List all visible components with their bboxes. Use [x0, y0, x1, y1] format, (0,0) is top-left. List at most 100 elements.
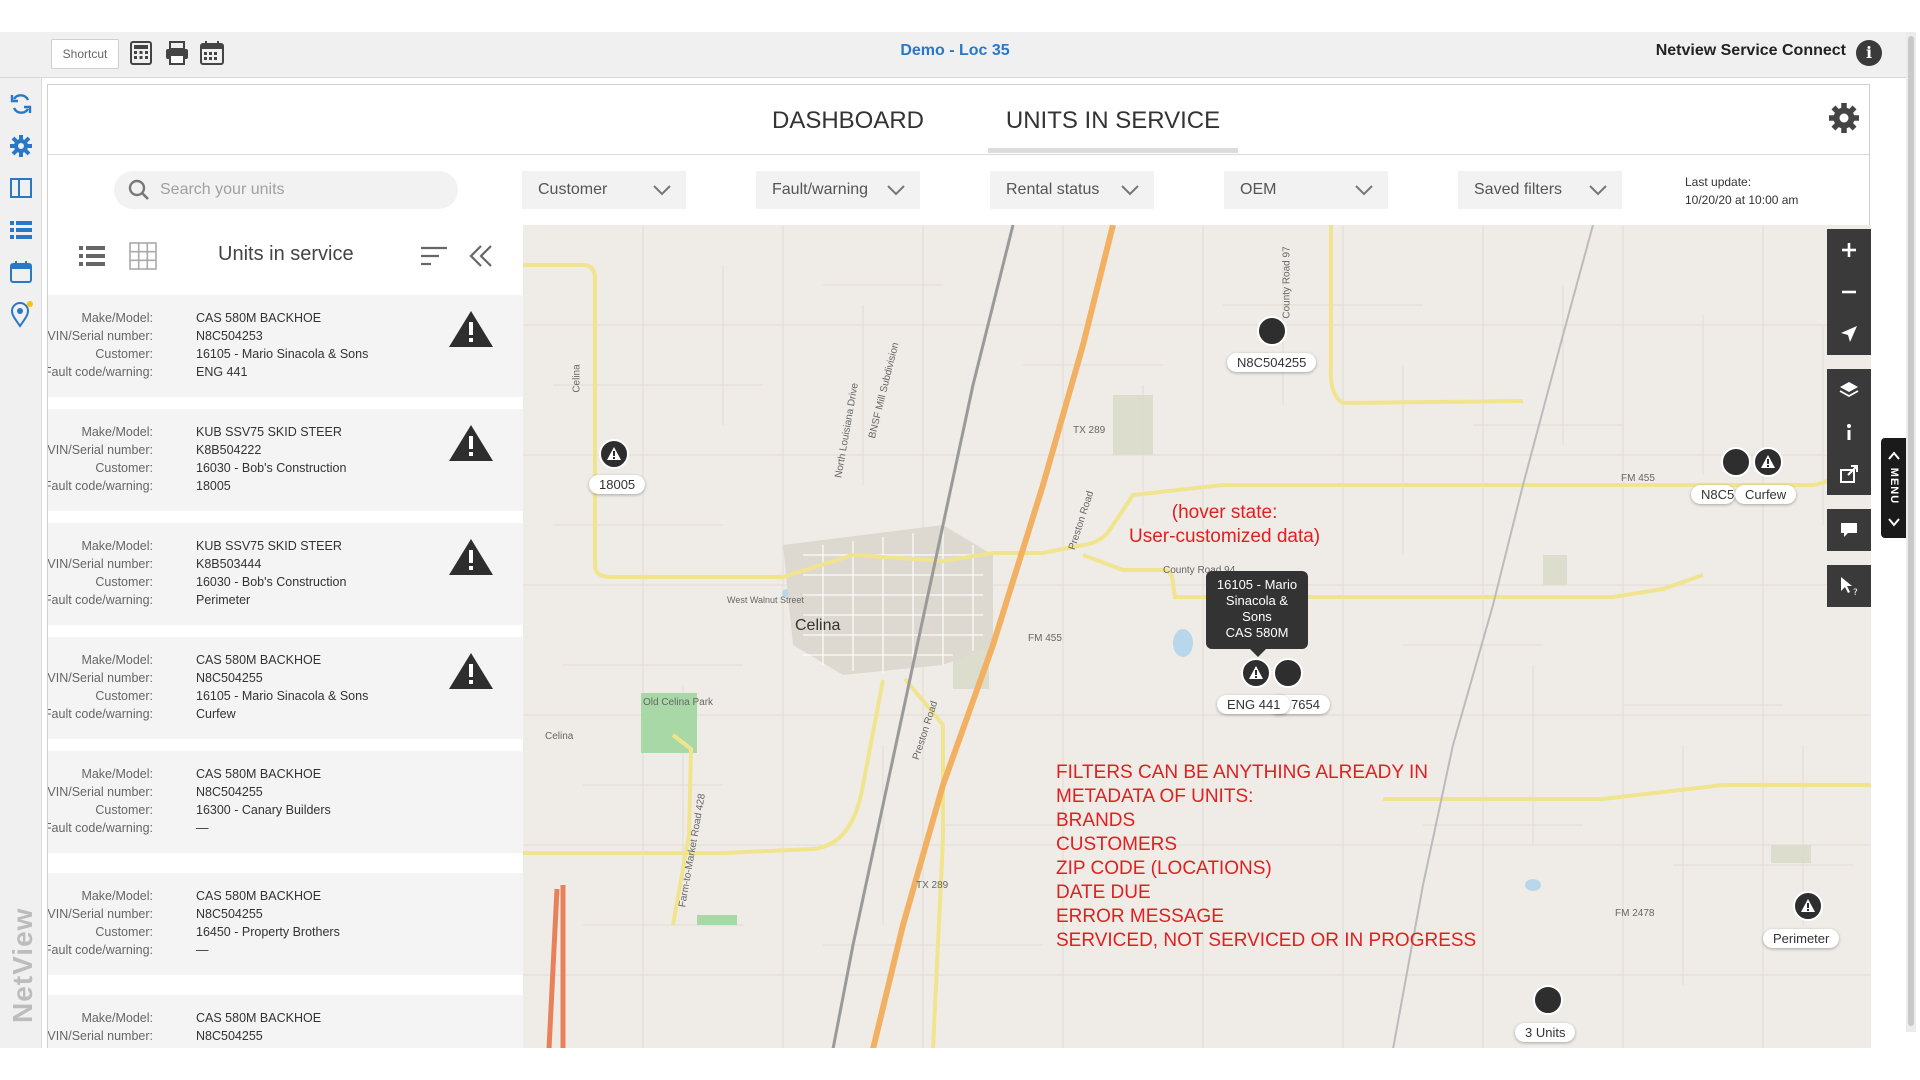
calendar-icon[interactable] — [9, 260, 33, 284]
unit-card[interactable]: Make/Model: KUB SSV75 SKID STEER VIN/Seria… — [48, 523, 523, 625]
chevron-down-icon — [653, 185, 671, 196]
unit-field-vin: VIN/Serial number: K8B503444 — [48, 557, 498, 575]
field-value: 16105 - Mario Sinacola & Sons — [196, 689, 369, 703]
grid-view-icon[interactable] — [128, 241, 158, 271]
unit-marker-label[interactable]: 18005 — [589, 475, 646, 494]
location-pin-icon[interactable] — [9, 300, 33, 328]
filter-rental-status-dropdown[interactable]: Rental status — [990, 171, 1154, 209]
zoom-in-icon — [1842, 243, 1856, 257]
hover-tooltip: 16105 - Mario Sinacola & Sons CAS 580M — [1206, 571, 1308, 657]
filter-saved-filters-dropdown[interactable]: Saved filters — [1458, 171, 1622, 209]
filter-customer-dropdown[interactable]: Customer — [522, 171, 686, 209]
tooltip-line: CAS 580M — [1225, 625, 1289, 640]
share-button[interactable] — [1827, 453, 1871, 495]
field-value: 16450 - Property Brothers — [196, 925, 340, 939]
field-value: — — [196, 821, 209, 835]
zoom-out-button[interactable] — [1827, 271, 1871, 313]
field-label: Make/Model: — [81, 1011, 153, 1025]
list-icon[interactable] — [9, 218, 33, 242]
field-value: KUB SSV75 SKID STEER — [196, 425, 342, 439]
map-road-label: FM 2478 — [1615, 908, 1655, 919]
warning-icon — [449, 425, 493, 461]
warning-marker[interactable] — [599, 439, 629, 469]
unit-marker-label[interactable]: Perimeter — [1763, 929, 1840, 948]
last-update-label: Last update: — [1685, 175, 1752, 189]
brand-logo: NetView — [7, 907, 38, 1023]
unit-marker[interactable] — [1257, 316, 1287, 346]
side-menu-tab[interactable]: MENU — [1881, 438, 1907, 538]
shortcut-button[interactable]: Shortcut — [51, 39, 119, 69]
field-value: N8C504255 — [196, 1029, 263, 1043]
cluster-marker-label[interactable]: 3 Units — [1515, 1023, 1576, 1042]
warning-marker[interactable] — [1753, 447, 1783, 477]
map-road-label: County Road 97 — [1281, 246, 1293, 319]
field-label: Make/Model: — [81, 425, 153, 439]
warning-marker[interactable] — [1793, 891, 1823, 921]
unit-card[interactable]: Make/Model: CAS 580M BACKHOE VIN/Serial nu… — [48, 637, 523, 739]
cursor-help-button[interactable]: ? — [1827, 565, 1871, 607]
search-icon — [128, 179, 150, 201]
settings-gear-icon[interactable] — [1827, 101, 1863, 137]
refresh-icon[interactable] — [9, 92, 33, 116]
field-label: Customer: — [95, 803, 153, 817]
last-update: Last update: 10/20/20 at 10:00 am — [1685, 173, 1798, 209]
calculator-icon[interactable] — [129, 40, 155, 66]
unit-marker-label[interactable]: Curfew — [1735, 485, 1797, 504]
warning-icon — [1249, 666, 1263, 679]
map-road-label: TX 289 — [916, 880, 949, 891]
unit-field-vin: VIN/Serial number: N8C504255 — [48, 671, 498, 689]
field-value: CAS 580M BACKHOE — [196, 653, 322, 667]
gear-icon[interactable] — [9, 134, 33, 158]
unit-marker[interactable] — [1721, 447, 1751, 477]
collapse-panel-icon[interactable] — [468, 243, 494, 269]
sort-icon[interactable] — [420, 245, 448, 267]
panel-icon[interactable] — [9, 176, 33, 200]
info-icon[interactable]: i — [1856, 40, 1882, 66]
filter-oem-dropdown[interactable]: OEM — [1224, 171, 1388, 209]
field-label: Fault code/warning: — [48, 479, 153, 493]
search-box[interactable] — [114, 171, 458, 209]
list-view-icon[interactable] — [78, 243, 106, 269]
annotation-line: CUSTOMERS — [1056, 834, 1178, 855]
unit-card[interactable]: Make/Model: CAS 580M BACKHOE VIN/Serial nu… — [48, 751, 523, 853]
calendar-icon[interactable] — [199, 40, 225, 66]
map-place-label: Celina — [795, 617, 841, 634]
field-value: Perimeter — [196, 593, 251, 607]
map-view[interactable]: Celina Old Celina Park West Walnut Stree… — [523, 225, 1871, 1049]
search-input[interactable] — [160, 179, 440, 201]
field-label: VIN/Serial number: — [48, 671, 153, 685]
unit-card[interactable]: Make/Model: CAS 580M BACKHOE VIN/Serial nu… — [48, 295, 523, 397]
tab-dashboard[interactable]: DASHBOARD — [728, 107, 968, 153]
zoom-in-button[interactable] — [1827, 229, 1871, 271]
warning-marker[interactable] — [1241, 658, 1271, 688]
layers-button[interactable] — [1827, 369, 1871, 411]
locate-button[interactable] — [1827, 313, 1871, 355]
chevron-down-icon — [887, 185, 905, 196]
unit-card[interactable]: Make/Model: KUB SSV75 SKID STEER VIN/Seria… — [48, 409, 523, 511]
unit-marker-label[interactable]: N8C504255 — [1227, 353, 1317, 372]
warning-icon — [1761, 455, 1775, 468]
unit-field-make-model: Make/Model: CAS 580M BACKHOE — [48, 653, 498, 671]
field-value: ENG 441 — [196, 365, 248, 379]
unit-field-make-model: Make/Model: KUB SSV75 SKID STEER — [48, 539, 498, 557]
unit-field-fault: Fault code/warning: 18005 — [48, 479, 498, 497]
printer-icon[interactable] — [164, 40, 190, 66]
unit-marker-label[interactable]: N8C5 — [1691, 485, 1735, 504]
tab-units-in-service[interactable]: UNITS IN SERVICE — [988, 107, 1238, 153]
field-label: Make/Model: — [81, 539, 153, 553]
field-label: Fault code/warning: — [48, 365, 153, 379]
unit-field-fault: Fault code/warning: — — [48, 943, 498, 961]
map-info-button[interactable] — [1827, 411, 1871, 453]
comment-button[interactable] — [1827, 509, 1871, 551]
unit-card[interactable]: Make/Model: CAS 580M BACKHOE VIN/Serial nu… — [48, 995, 523, 1049]
field-value: N8C504255 — [196, 907, 263, 921]
unit-marker[interactable] — [1273, 658, 1303, 688]
page-scrollbar-thumb[interactable] — [1908, 36, 1914, 1026]
filter-fault-warning-dropdown[interactable]: Fault/warning — [756, 171, 920, 209]
unit-marker-label[interactable]: ENG 441 — [1217, 695, 1291, 714]
cursor-help-icon: ? — [1841, 577, 1858, 597]
filter-label: Rental status — [1006, 181, 1100, 198]
unit-card[interactable]: Make/Model: CAS 580M BACKHOE VIN/Serial nu… — [48, 873, 523, 975]
cluster-marker[interactable] — [1533, 985, 1563, 1015]
field-label: VIN/Serial number: — [48, 329, 153, 343]
